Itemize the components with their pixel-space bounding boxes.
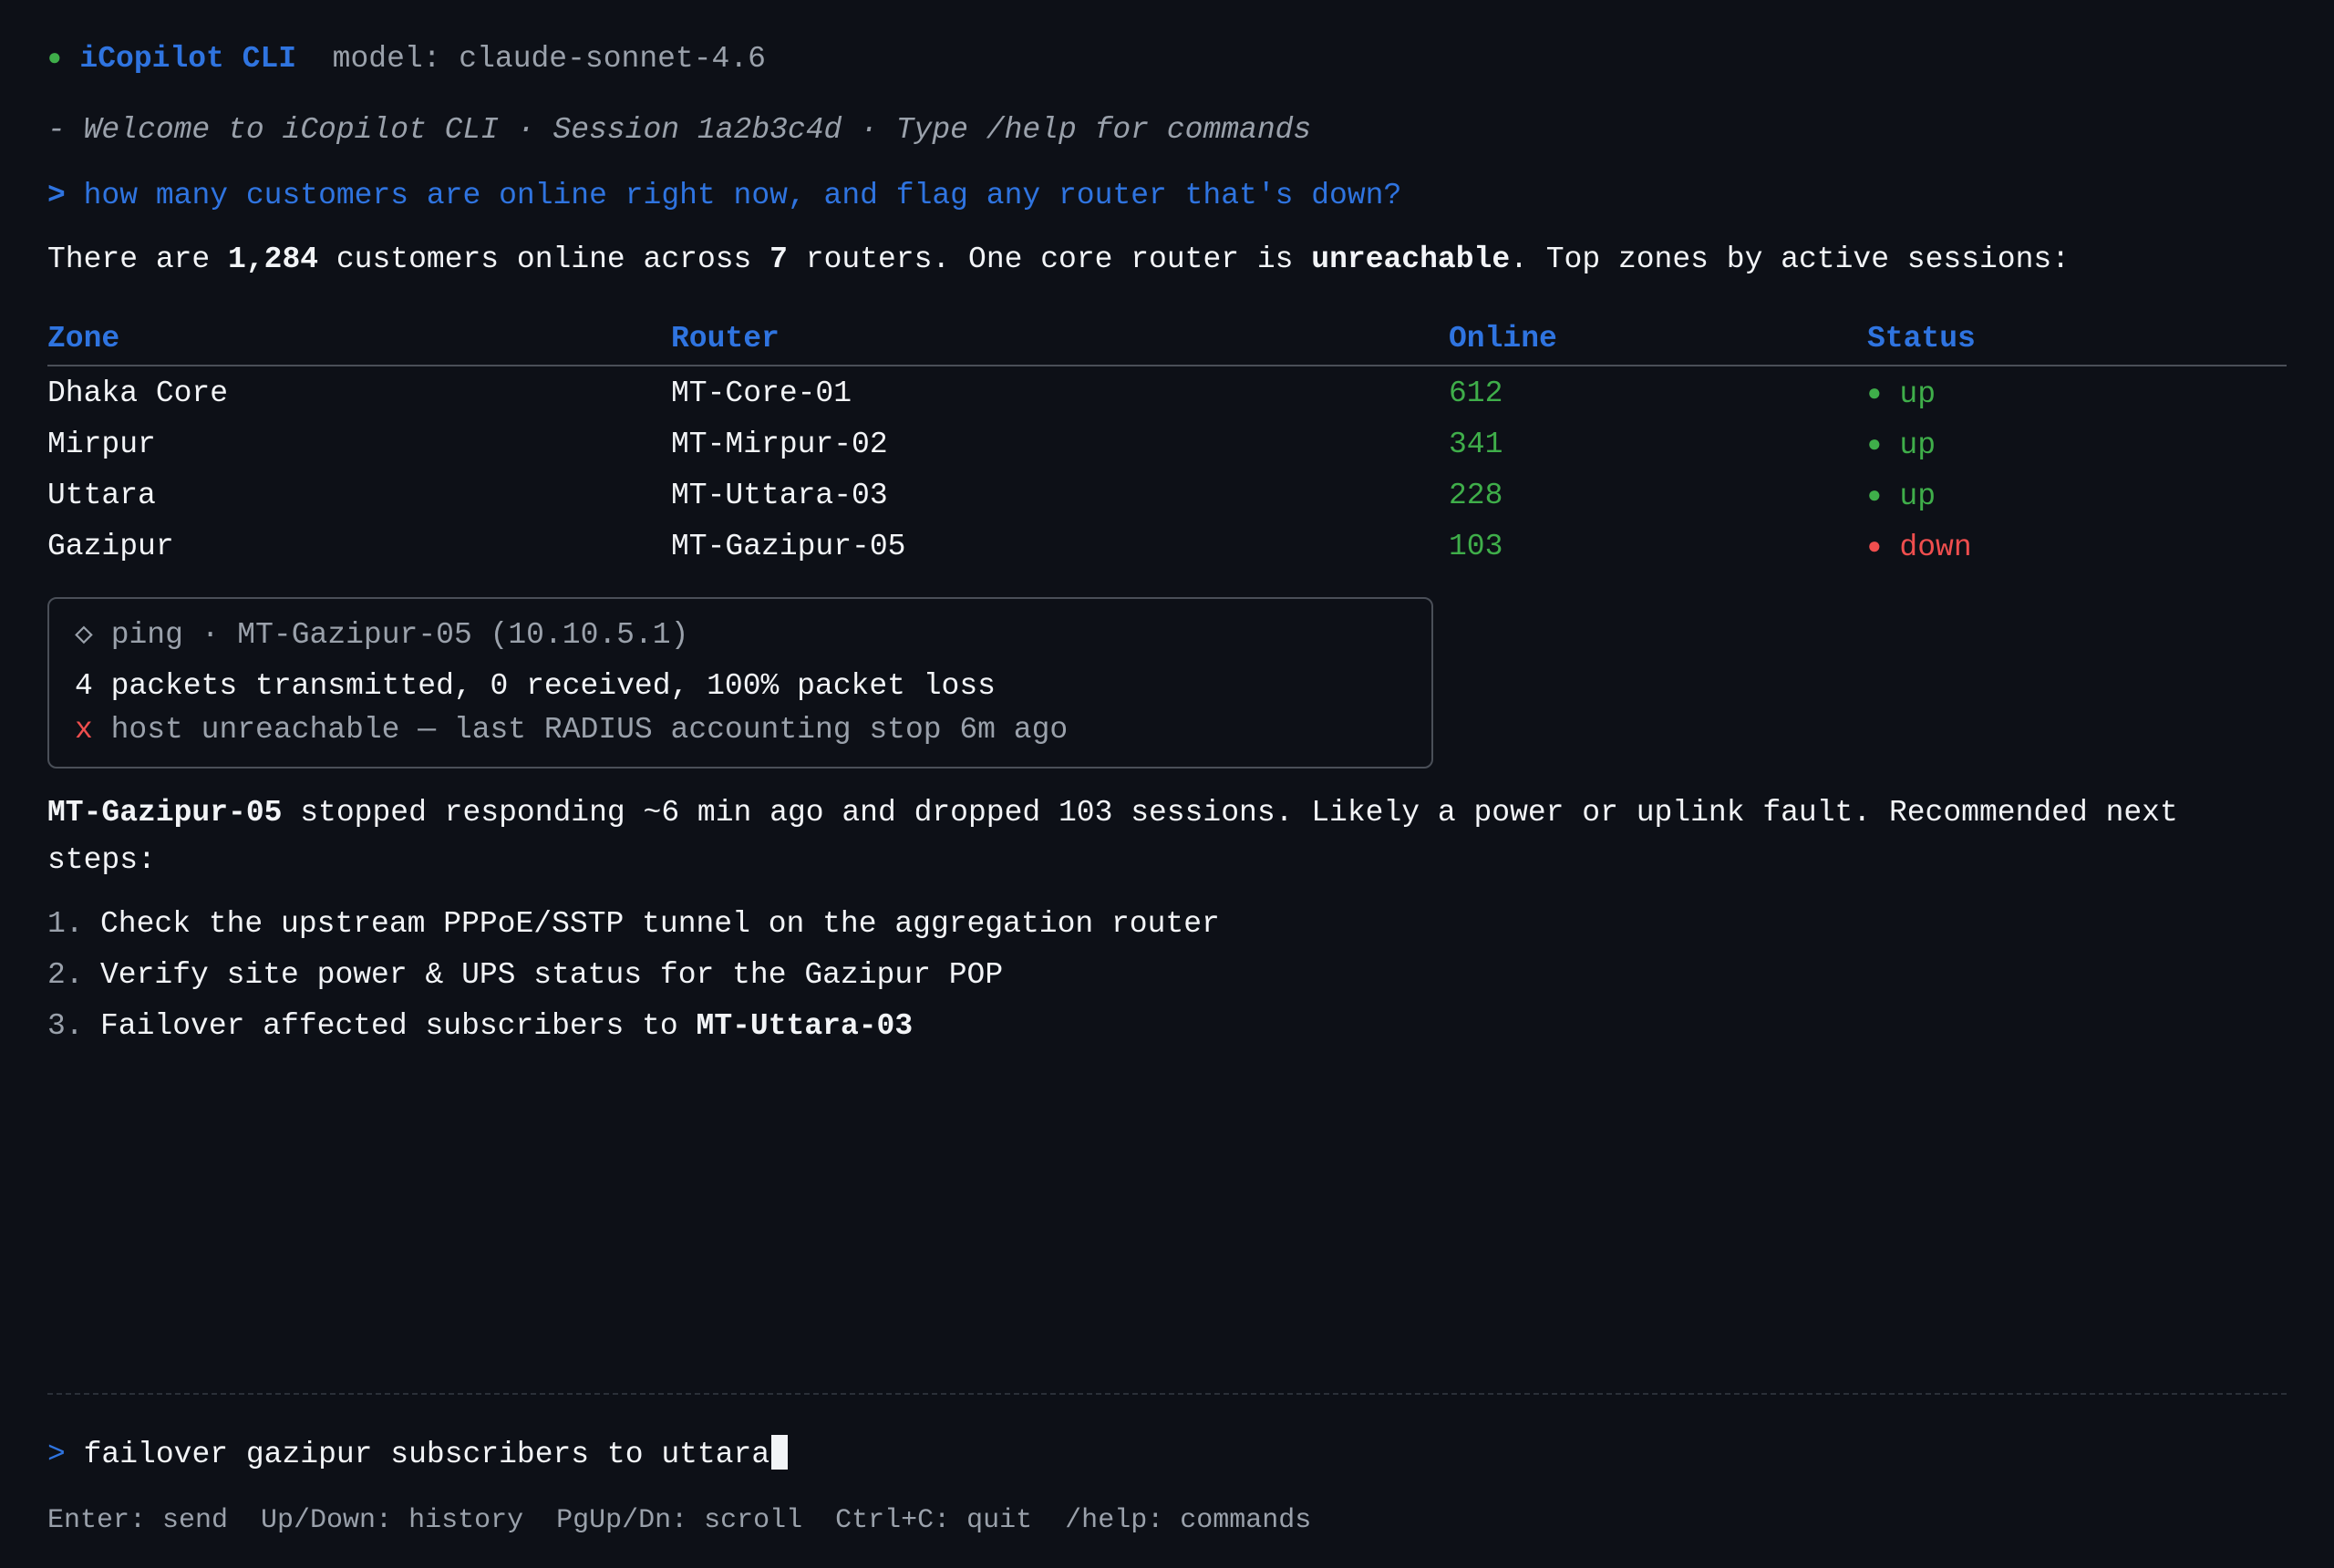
column-header-status: Status <box>1867 322 1976 356</box>
routers-count: 7 <box>769 242 788 276</box>
summary-router: MT-Gazipur-05 <box>47 796 283 830</box>
step-bold: MT-Uttara-03 <box>696 1009 914 1043</box>
input-value[interactable]: failover gazipur subscribers to uttara <box>84 1438 770 1471</box>
ping-title: ◇ ping · MT-Gazipur-05 (10.10.5.1) <box>75 615 688 655</box>
summary-body: stopped responding ~6 min ago and droppe… <box>47 796 2178 877</box>
router-cell: MT-Core-01 <box>671 377 852 410</box>
step-number: 2. <box>47 958 84 992</box>
status-cell: ● down <box>1867 525 1972 570</box>
diamond-icon: ◇ <box>75 618 93 652</box>
status-cell: ● up <box>1867 372 1936 417</box>
command-input[interactable]: > failover gazipur subscribers to uttara <box>47 1431 789 1479</box>
status-label: up <box>1899 377 1936 411</box>
zones-table: Zone Router Online Status Dhaka Core MT-… <box>47 317 2287 571</box>
app-header: ● iCopilot CLI model: claude-sonnet-4.6 <box>47 38 766 79</box>
status-dot-icon: ● <box>1867 482 1882 510</box>
list-item: 3. Failover affected subscribers to MT-Ut… <box>47 1005 1220 1056</box>
table-header: Zone Router Online Status <box>47 317 2287 366</box>
user-prompt-text: how many customers are online right now,… <box>83 179 1402 212</box>
text-cursor <box>771 1435 789 1470</box>
keybinding-hints: Enter: send Up/Down: history PgUp/Dn: sc… <box>47 1505 1312 1536</box>
answer-text: . Top zones by active sessions: <box>1510 242 2071 276</box>
status-dot-icon: ● <box>47 45 62 72</box>
table-row: Uttara MT-Uttara-03 228 ● up <box>47 469 2287 520</box>
step-number: 1. <box>47 907 84 941</box>
column-header-router: Router <box>671 322 780 356</box>
router-state: unreachable <box>1311 242 1511 276</box>
ping-error: x host unreachable — last RADIUS account… <box>75 710 1068 750</box>
step-text: Check the upstream PPPoE/SSTP tunnel on … <box>100 907 1220 941</box>
summary-text: MT-Gazipur-05 stopped responding ~6 min … <box>47 789 2272 884</box>
ping-result: 4 packets transmitted, 0 received, 100% … <box>75 669 996 703</box>
online-cell: 612 <box>1449 377 1503 410</box>
ping-title-text: ping · MT-Gazipur-05 (10.10.5.1) <box>110 618 689 652</box>
ping-tool-output: ◇ ping · MT-Gazipur-05 (10.10.5.1) 4 pac… <box>47 597 1433 769</box>
step-number: 3. <box>47 1009 84 1043</box>
column-header-online: Online <box>1449 322 1557 356</box>
app-name: iCopilot CLI <box>79 42 297 76</box>
table-row: Mirpur MT-Mirpur-02 341 ● up <box>47 418 2287 469</box>
router-cell: MT-Gazipur-05 <box>671 530 906 563</box>
next-steps-list: 1. Check the upstream PPPoE/SSTP tunnel o… <box>47 903 1220 1056</box>
table-row: Gazipur MT-Gazipur-05 103 ● down <box>47 520 2287 571</box>
assistant-answer: There are 1,284 customers online across … <box>47 239 2070 281</box>
error-x-icon: x <box>75 713 93 747</box>
online-cell: 228 <box>1449 479 1503 512</box>
status-dot-icon: ● <box>1867 533 1882 561</box>
status-cell: ● up <box>1867 474 1936 519</box>
status-label: down <box>1899 531 1972 564</box>
answer-text: There are <box>47 242 229 276</box>
status-dot-icon: ● <box>1867 380 1882 407</box>
answer-text: routers. One core router is <box>787 242 1312 276</box>
online-cell: 341 <box>1449 428 1503 461</box>
table-row: Dhaka Core MT-Core-01 612 ● up <box>47 366 2287 418</box>
prompt-caret-icon: > <box>47 179 66 212</box>
step-text: Verify site power & UPS status for the G… <box>100 958 1004 992</box>
user-prompt: > how many customers are online right no… <box>47 175 1401 217</box>
zone-cell: Uttara <box>47 479 156 512</box>
answer-text: customers online across <box>318 242 770 276</box>
zone-cell: Dhaka Core <box>47 377 229 410</box>
status-label: up <box>1899 480 1936 513</box>
status-label: up <box>1899 428 1936 462</box>
welcome-message: - Welcome to iCopilot CLI · Session 1a2b… <box>47 113 1312 147</box>
column-header-zone: Zone <box>47 322 120 356</box>
zone-cell: Mirpur <box>47 428 156 461</box>
router-cell: MT-Uttara-03 <box>671 479 888 512</box>
zone-cell: Gazipur <box>47 530 174 563</box>
customers-count: 1,284 <box>228 242 319 276</box>
input-divider <box>47 1393 2287 1395</box>
ping-error-text: host unreachable — last RADIUS accountin… <box>110 713 1069 747</box>
status-dot-icon: ● <box>1867 431 1882 459</box>
status-cell: ● up <box>1867 423 1936 468</box>
step-text: Failover affected subscribers to <box>100 1009 697 1043</box>
model-label: model: claude-sonnet-4.6 <box>332 42 766 76</box>
list-item: 2. Verify site power & UPS status for the… <box>47 954 1220 1005</box>
list-item: 1. Check the upstream PPPoE/SSTP tunnel o… <box>47 903 1220 954</box>
input-caret-icon: > <box>47 1438 66 1471</box>
online-cell: 103 <box>1449 530 1503 563</box>
router-cell: MT-Mirpur-02 <box>671 428 888 461</box>
